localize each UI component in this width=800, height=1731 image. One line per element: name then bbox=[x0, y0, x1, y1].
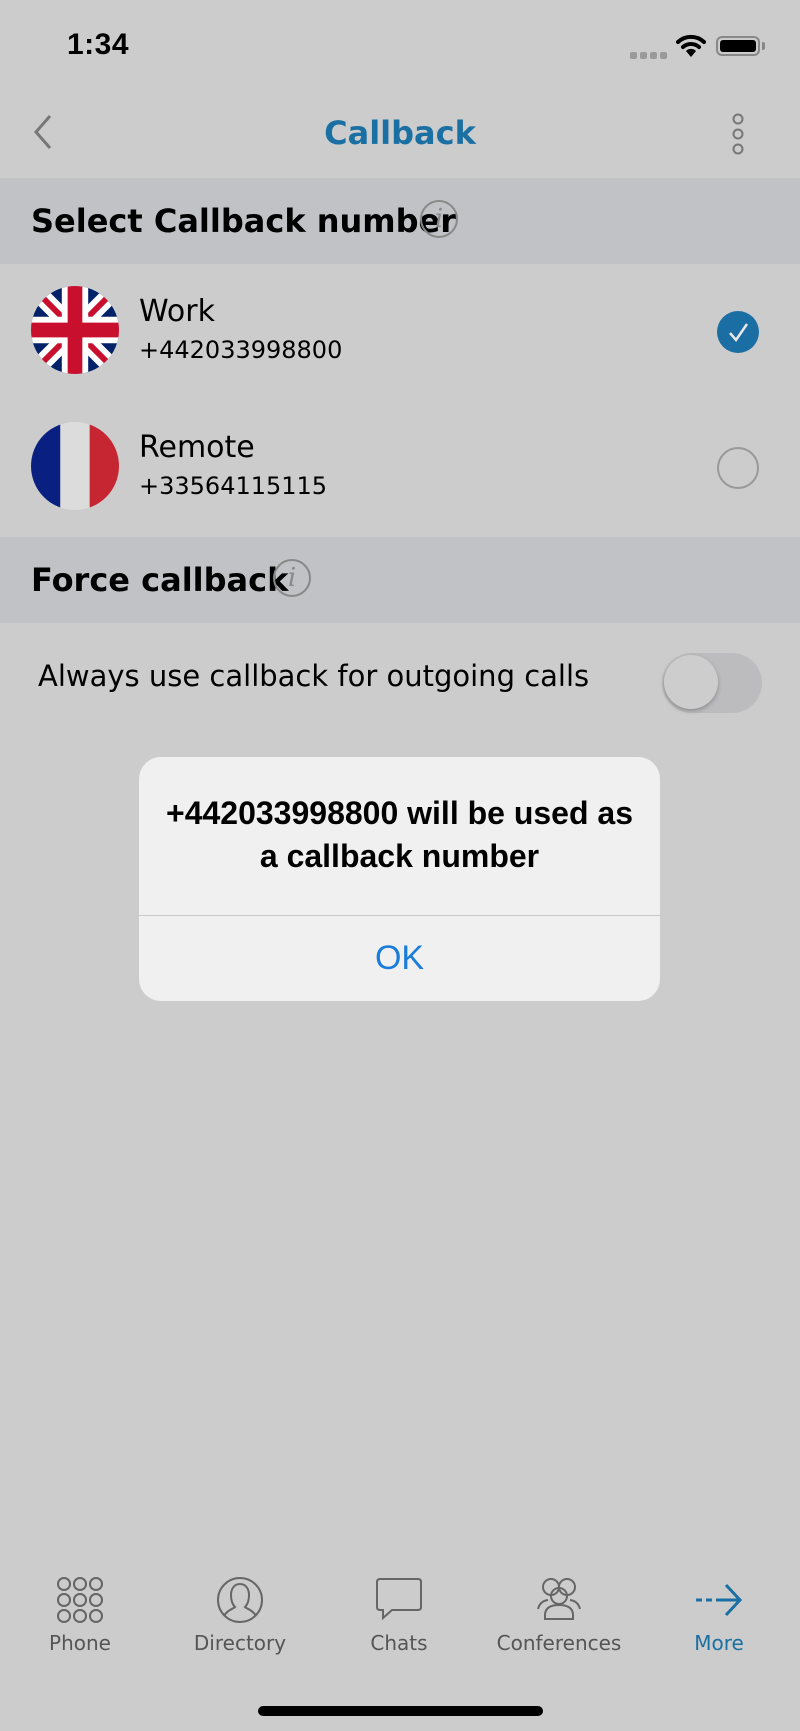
keypad-icon bbox=[57, 1577, 103, 1623]
section-title: Force callback bbox=[31, 561, 289, 599]
home-indicator[interactable] bbox=[258, 1706, 543, 1716]
radio-unselected[interactable] bbox=[717, 447, 759, 489]
uk-flag-icon bbox=[31, 286, 119, 374]
number-option-work[interactable]: Work +442033998800 bbox=[0, 264, 800, 400]
dialog-message: +442033998800 will be used as a callback… bbox=[166, 795, 633, 874]
tab-more[interactable]: More bbox=[639, 1575, 799, 1675]
ok-button[interactable]: OK bbox=[139, 916, 660, 1001]
toggle-label: Always use callback for outgoing calls bbox=[38, 659, 590, 693]
tab-label: Chats bbox=[370, 1631, 428, 1655]
toggle-knob bbox=[664, 655, 718, 709]
cellular-signal-icon bbox=[630, 52, 667, 59]
battery-icon bbox=[716, 36, 760, 56]
number-label: Remote bbox=[139, 430, 255, 465]
phone-number: +33564115115 bbox=[139, 472, 328, 500]
section-title: Select Callback number bbox=[31, 202, 457, 240]
more-options-button[interactable] bbox=[727, 112, 749, 160]
force-callback-toggle[interactable] bbox=[662, 653, 762, 713]
kebab-menu-icon bbox=[732, 113, 744, 155]
wifi-icon bbox=[676, 34, 706, 62]
dashed-arrow-right-icon bbox=[696, 1583, 743, 1617]
tab-label: Directory bbox=[193, 1631, 287, 1655]
info-icon[interactable]: i bbox=[273, 559, 311, 597]
info-icon[interactable]: i bbox=[420, 200, 458, 238]
force-callback-row: Always use callback for outgoing calls bbox=[0, 621, 800, 741]
number-option-remote[interactable]: Remote +33564115115 bbox=[0, 400, 800, 536]
checkmark-icon bbox=[729, 323, 749, 343]
tab-phone[interactable]: Phone bbox=[0, 1575, 160, 1675]
number-label: Work bbox=[139, 294, 215, 329]
radio-selected[interactable] bbox=[717, 311, 759, 353]
tab-label: Phone bbox=[49, 1631, 111, 1655]
chat-bubble-icon bbox=[376, 1578, 422, 1621]
tab-chats[interactable]: Chats bbox=[319, 1575, 479, 1675]
tab-conferences[interactable]: Conferences bbox=[479, 1575, 639, 1675]
group-icon bbox=[537, 1578, 581, 1620]
tab-label: Conferences bbox=[496, 1631, 622, 1655]
status-time: 1:34 bbox=[67, 28, 130, 61]
phone-number: +442033998800 bbox=[139, 336, 343, 364]
tab-directory[interactable]: Directory bbox=[160, 1575, 320, 1675]
battery-tip bbox=[762, 42, 765, 50]
section-header-force-callback: Force callback i bbox=[0, 537, 800, 623]
page-title: Callback bbox=[324, 114, 476, 152]
alert-dialog: +442033998800 will be used as a callback… bbox=[139, 757, 660, 1001]
tab-label: More bbox=[694, 1631, 744, 1655]
section-header-select-number: Select Callback number i bbox=[0, 178, 800, 264]
france-flag-icon bbox=[31, 422, 119, 510]
contact-icon bbox=[217, 1577, 263, 1623]
